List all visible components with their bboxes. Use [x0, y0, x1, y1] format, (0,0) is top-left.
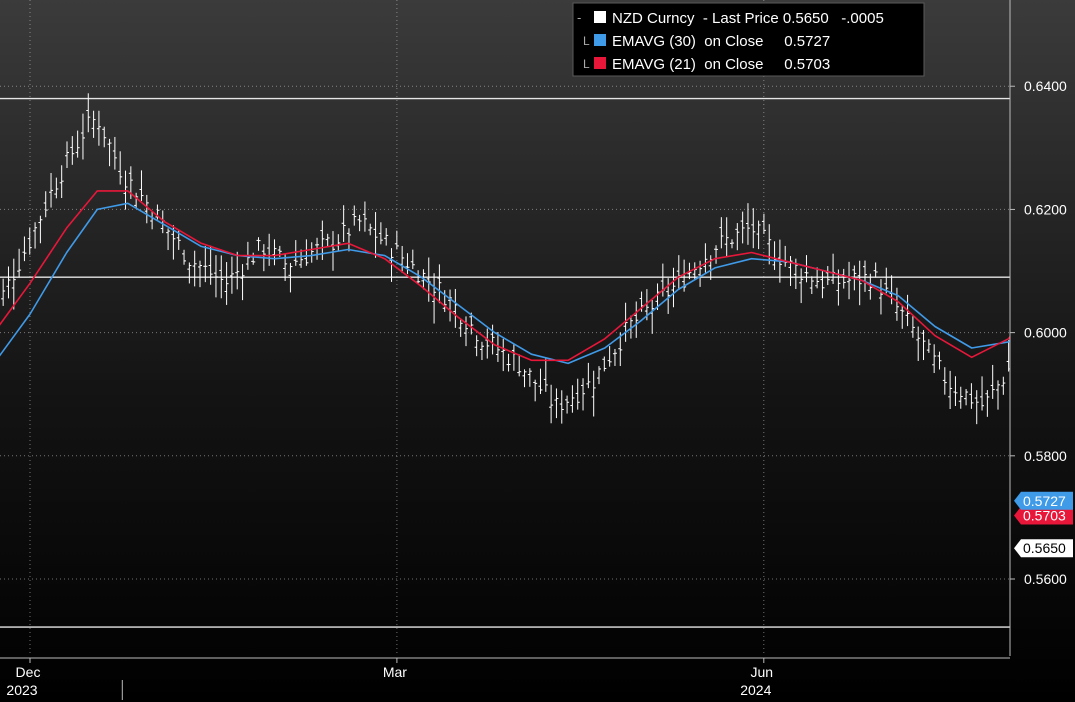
x-month-label: Jun: [751, 664, 774, 680]
price-value-tag-text: 0.5650: [1023, 540, 1066, 556]
x-month-label: Dec: [16, 664, 41, 680]
legend-entry-price: NZD Curncy - Last Price 0.5650 -.0005: [612, 10, 884, 27]
ema30-value-tag: 0.5727: [1014, 491, 1073, 510]
ema30-value-tag-text: 0.5727: [1023, 493, 1066, 509]
legend-connector-ema30: L: [583, 34, 590, 48]
ema21-value-tag-text: 0.5703: [1023, 508, 1066, 524]
legend: - L L NZD Curncy - Last Price 0.5650 -.0…: [572, 2, 925, 77]
legend-connector-price: -: [577, 10, 581, 25]
y-tick-label: 0.5800: [1024, 448, 1067, 464]
legend-connector-ema21: L: [583, 57, 590, 71]
y-tick-label: 0.5600: [1024, 571, 1067, 587]
legend-entry-ema21: EMAVG (21) on Close 0.5703: [612, 56, 830, 73]
y-tick-label: 0.6400: [1024, 78, 1067, 94]
legend-swatch-ema21: [594, 57, 606, 69]
legend-entry-ema30: EMAVG (30) on Close 0.5727: [612, 33, 830, 50]
x-month-label: Mar: [383, 664, 407, 680]
x-year-label: 2023: [6, 682, 37, 698]
price-value-tag: 0.5650: [1014, 539, 1073, 558]
legend-swatch-ema30: [594, 34, 606, 46]
chart-background: [0, 0, 1075, 702]
price-chart: 0.5600 0.5800 0.6000 0.6200 0.6400 0.57030.57…: [0, 0, 1075, 702]
legend-swatch-price: [594, 11, 606, 23]
y-tick-label: 0.6000: [1024, 325, 1067, 341]
x-year-label: 2024: [740, 682, 771, 698]
y-tick-label: 0.6200: [1024, 201, 1067, 217]
